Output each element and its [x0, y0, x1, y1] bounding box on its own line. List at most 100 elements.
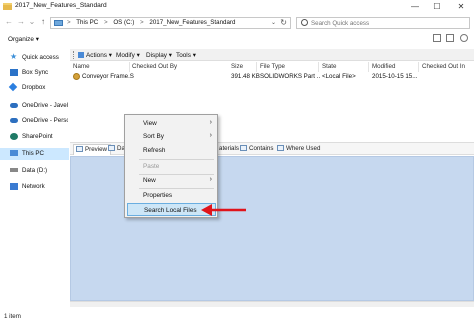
breadcrumb-this-pc[interactable]: This PC	[76, 19, 98, 26]
display-menu[interactable]: Display ▾	[146, 51, 172, 59]
column-header-state[interactable]: State	[322, 63, 336, 70]
nav-item-onedrive-javelin[interactable]: OneDrive - Javelin	[0, 100, 69, 112]
actions-menu[interactable]: Actions ▾	[86, 51, 112, 59]
tab-contains[interactable]: Contains	[240, 145, 273, 156]
menu-item-label: Sort By	[143, 133, 164, 140]
column-divider[interactable]	[368, 62, 369, 72]
menu-item-properties[interactable]: Properties	[127, 189, 216, 202]
nav-item-label: Network	[22, 183, 45, 190]
search-box[interactable]	[296, 17, 470, 29]
breadcrumb-separator: >	[140, 19, 144, 26]
menu-item-view[interactable]: View ›	[127, 117, 216, 130]
nav-item-label: OneDrive - Personal	[22, 117, 68, 124]
tab-where-used[interactable]: Where Used	[277, 145, 320, 156]
column-header-row: Name Checked Out By Size File Type State…	[70, 62, 474, 72]
breadcrumb: > This PC > OS (C:) > 2017_New_Features_…	[67, 19, 239, 26]
nav-item-onedrive-personal[interactable]: OneDrive - Personal	[0, 115, 69, 127]
menu-item-label: New	[143, 177, 156, 184]
organize-button[interactable]: Organize ▾	[8, 35, 39, 43]
nav-item-dropbox[interactable]: Dropbox	[0, 82, 69, 94]
column-header-name[interactable]: Name	[73, 63, 90, 70]
cloud-icon	[10, 118, 18, 123]
column-header-size[interactable]: Size	[231, 63, 243, 70]
column-divider[interactable]	[129, 62, 130, 72]
nav-item-label: Box Sync	[22, 69, 49, 76]
view-options-icon[interactable]	[432, 34, 441, 42]
menu-item-sort-by[interactable]: Sort By ›	[127, 130, 216, 143]
nav-item-label: This PC	[22, 150, 45, 157]
tab-bill-of-materials[interactable]: aterials	[219, 145, 239, 156]
cloud-icon	[10, 103, 18, 108]
recent-dropdown-icon[interactable]: ⌄	[27, 17, 37, 27]
red-arrow-annotation	[201, 204, 246, 216]
menu-item-new[interactable]: New ›	[127, 174, 216, 187]
close-button[interactable]: ✕	[448, 0, 474, 14]
column-divider[interactable]	[318, 62, 319, 72]
arrow-head	[201, 204, 212, 216]
refresh-icon[interactable]: ↻	[280, 18, 287, 27]
menu-item-label: View	[143, 120, 157, 127]
nav-item-label: Dropbox	[22, 84, 46, 91]
tab-datacard[interactable]: Da	[108, 145, 125, 156]
nav-item-label: Data (D:)	[22, 167, 48, 174]
actions-icon	[78, 52, 84, 58]
toolbar-grip[interactable]	[73, 51, 76, 59]
folder-icon	[3, 3, 12, 10]
nav-item-network[interactable]: Network	[0, 181, 69, 193]
file-state: <Local File>	[322, 73, 356, 80]
nav-item-this-pc[interactable]: This PC	[0, 148, 69, 160]
file-type: SOLIDWORKS Part ...	[260, 73, 320, 80]
tools-menu[interactable]: Tools ▾	[176, 51, 196, 59]
nav-item-data-d[interactable]: Data (D:)	[0, 165, 69, 177]
pdm-toolbar: Actions ▾ Modify ▾ Display ▾ Tools ▾	[70, 49, 474, 61]
address-dropdown-icon[interactable]: ⌄	[271, 19, 276, 26]
network-icon	[10, 183, 18, 190]
menu-item-refresh[interactable]: Refresh	[127, 144, 216, 157]
preview-pane-icon[interactable]	[446, 34, 455, 42]
search-input[interactable]	[311, 19, 461, 28]
tab-preview[interactable]: Preview	[73, 144, 112, 155]
breadcrumb-os-c[interactable]: OS (C:)	[113, 19, 134, 26]
column-header-modified[interactable]: Modified	[372, 63, 395, 70]
column-header-checked-out-in[interactable]: Checked Out In	[422, 63, 465, 70]
menu-item-label: Search Local Files	[144, 207, 197, 214]
nav-item-quick-access[interactable]: ★ Quick access	[0, 52, 69, 64]
breadcrumb-separator: >	[67, 19, 71, 26]
address-bar[interactable]: > This PC > OS (C:) > 2017_New_Features_…	[50, 17, 291, 29]
contains-icon	[240, 145, 247, 151]
back-arrow-icon[interactable]: ←	[4, 17, 14, 27]
submenu-arrow-icon: ›	[209, 132, 212, 139]
box-icon	[10, 69, 18, 76]
tab-label: Preview	[85, 146, 108, 153]
computer-icon	[10, 150, 18, 156]
where-used-icon	[277, 145, 284, 151]
dropbox-icon	[8, 82, 18, 92]
modify-menu[interactable]: Modify ▾	[116, 51, 140, 59]
nav-item-label: Quick access	[22, 54, 59, 61]
drive-icon	[10, 168, 18, 172]
command-bar: Organize ▾	[0, 32, 474, 46]
menu-item-label: Refresh	[143, 147, 166, 154]
view-controls	[429, 34, 468, 44]
table-row[interactable]: Conveyor Frame.SLDPRT 391.48 KB SOLIDWOR…	[70, 72, 474, 82]
forward-arrow-icon[interactable]: →	[16, 17, 26, 27]
column-header-file-type[interactable]: File Type	[260, 63, 285, 70]
minimize-button[interactable]: —	[404, 0, 426, 14]
nav-item-box-sync[interactable]: Box Sync	[0, 67, 69, 79]
star-icon: ★	[10, 52, 18, 61]
window-title: 2017_New_Features_Standard	[15, 2, 107, 9]
horizontal-scrollbar[interactable]	[70, 301, 474, 307]
breadcrumb-folder[interactable]: 2017_New_Features_Standard	[149, 19, 235, 26]
file-modified: 2015-10-15 15...	[372, 73, 418, 80]
column-header-checked-out-by[interactable]: Checked Out By	[132, 63, 177, 70]
nav-item-sharepoint[interactable]: SharePoint	[0, 131, 69, 143]
navigation-pane: ★ Quick access Box Sync Dropbox OneDrive…	[0, 49, 69, 311]
help-icon[interactable]	[460, 34, 468, 42]
column-divider[interactable]	[418, 62, 419, 72]
status-item-count: 1 item	[4, 313, 21, 320]
column-divider[interactable]	[256, 62, 257, 72]
up-arrow-icon[interactable]: ↑	[38, 17, 48, 27]
file-size: 391.48 KB	[231, 73, 260, 80]
maximize-button[interactable]: ☐	[426, 0, 448, 14]
tab-label: Contains	[249, 145, 274, 152]
